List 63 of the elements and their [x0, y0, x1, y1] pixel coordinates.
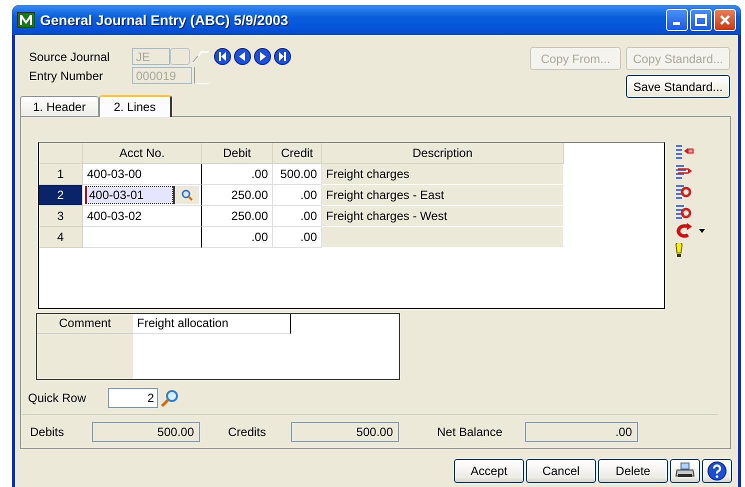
table-cell: Freight charges [322, 164, 564, 185]
navigation-button[interactable] [274, 48, 291, 65]
insert-row-icon[interactable] [674, 143, 694, 159]
table-cell: .00 [202, 227, 273, 248]
source-journal-label: Source Journal [29, 50, 111, 64]
maximize-icon [695, 14, 707, 26]
dropdown-caret-icon[interactable] [699, 229, 705, 233]
action-button[interactable]: Cancel [526, 459, 596, 483]
entry-number-label: Entry Number [29, 68, 104, 82]
close-icon [719, 14, 731, 26]
table-cell: .00 [202, 164, 273, 185]
row-number[interactable]: 1 [39, 164, 83, 185]
total-field: 500.00 [92, 422, 200, 442]
copy-row-icon[interactable] [674, 183, 694, 199]
account-number: 400-03-01 [85, 186, 173, 204]
printer-icon [675, 462, 695, 480]
action-button[interactable]: Save Standard... [626, 75, 730, 98]
column-header[interactable]: Acct No. [83, 143, 202, 164]
column-header[interactable]: Debit [202, 143, 273, 164]
link-icon [192, 48, 210, 64]
total-label: Credits [227, 425, 268, 439]
grid-corner-cell [39, 143, 83, 164]
search-icon[interactable] [160, 388, 180, 408]
row-number[interactable]: 2 [39, 185, 83, 206]
action-button[interactable]: Delete [598, 459, 668, 483]
quick-row-field[interactable]: 2 [108, 388, 158, 408]
append-row-icon[interactable] [674, 163, 694, 179]
navigation-button[interactable] [234, 48, 251, 65]
table-cell: 250.00 [202, 206, 273, 227]
window-title: General Journal Entry (ABC) 5/9/2003 [40, 12, 290, 28]
total-field: 500.00 [291, 422, 399, 442]
app-icon [17, 12, 35, 28]
column-header[interactable]: Description [322, 143, 564, 164]
table-cell: Freight charges - East [322, 185, 564, 206]
navigation-button[interactable] [254, 48, 271, 65]
move-row-icon[interactable] [674, 203, 694, 219]
print-button[interactable] [670, 459, 700, 483]
row-number[interactable]: 3 [39, 206, 83, 227]
comment-field[interactable]: Freight allocation [133, 314, 291, 334]
tab[interactable]: 1. Header [20, 96, 99, 116]
action-button[interactable]: Accept [454, 459, 524, 483]
account-number: 400-03-00 [87, 166, 142, 183]
table-cell: 250.00 [202, 185, 273, 206]
comment-label: Comment [37, 314, 133, 334]
redo-icon[interactable] [674, 223, 694, 239]
help-button[interactable] [702, 459, 732, 483]
help-icon [707, 461, 727, 481]
total-field: .00 [525, 422, 638, 442]
tab[interactable]: 2. Lines [98, 95, 172, 117]
bulb-icon[interactable] [674, 243, 684, 259]
column-header[interactable]: Credit [273, 143, 322, 164]
total-label: Net Balance [436, 425, 504, 439]
total-label: Debits [29, 425, 66, 439]
maximize-button[interactable] [690, 9, 712, 31]
minimize-icon [672, 22, 680, 25]
account-number: 400-03-02 [87, 208, 142, 225]
navigation-button[interactable] [214, 48, 231, 65]
search-icon [181, 189, 193, 201]
quick-row-label: Quick Row [28, 391, 88, 405]
close-button[interactable] [714, 9, 736, 31]
minimize-button[interactable] [666, 9, 688, 31]
table-cell: Freight charges - West [322, 206, 564, 227]
row-number[interactable]: 4 [39, 227, 83, 248]
